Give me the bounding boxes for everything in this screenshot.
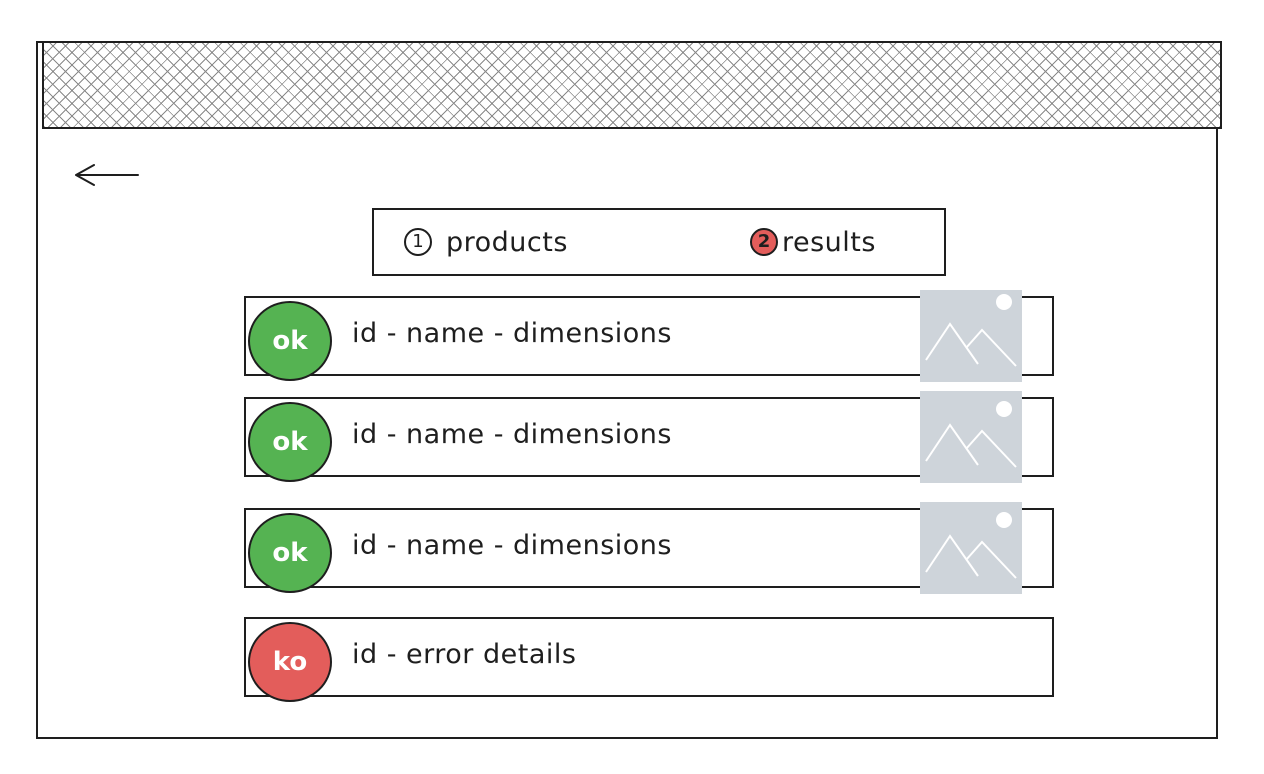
- result-row[interactable]: ok id - name - dimensions: [244, 290, 1054, 382]
- stepper: 1 products 2 results: [372, 208, 946, 276]
- step-label: results: [782, 226, 876, 258]
- result-text: id - name - dimensions: [352, 318, 672, 349]
- status-badge-ok: ok: [248, 301, 332, 381]
- status-badge-ok: ok: [248, 513, 332, 593]
- result-row-error[interactable]: ko id - error details: [244, 617, 1054, 702]
- result-text: id - name - dimensions: [352, 530, 672, 561]
- step-label: products: [446, 226, 568, 258]
- image-placeholder-icon: [920, 502, 1022, 594]
- back-arrow-icon[interactable]: [72, 160, 142, 190]
- step-number: 1: [404, 228, 432, 256]
- error-text: id - error details: [352, 639, 577, 670]
- step-number-active: 2: [750, 228, 778, 256]
- result-row[interactable]: ok id - name - dimensions: [244, 391, 1054, 483]
- step-results[interactable]: 2 results: [750, 224, 876, 260]
- result-row[interactable]: ok id - name - dimensions: [244, 502, 1054, 594]
- result-text: id - name - dimensions: [352, 419, 672, 450]
- image-placeholder-icon: [920, 391, 1022, 483]
- step-products[interactable]: 1 products: [404, 224, 568, 260]
- header-placeholder: [42, 41, 1222, 129]
- image-placeholder-icon: [920, 290, 1022, 382]
- status-badge-ok: ok: [248, 402, 332, 482]
- status-badge-ko: ko: [248, 622, 332, 702]
